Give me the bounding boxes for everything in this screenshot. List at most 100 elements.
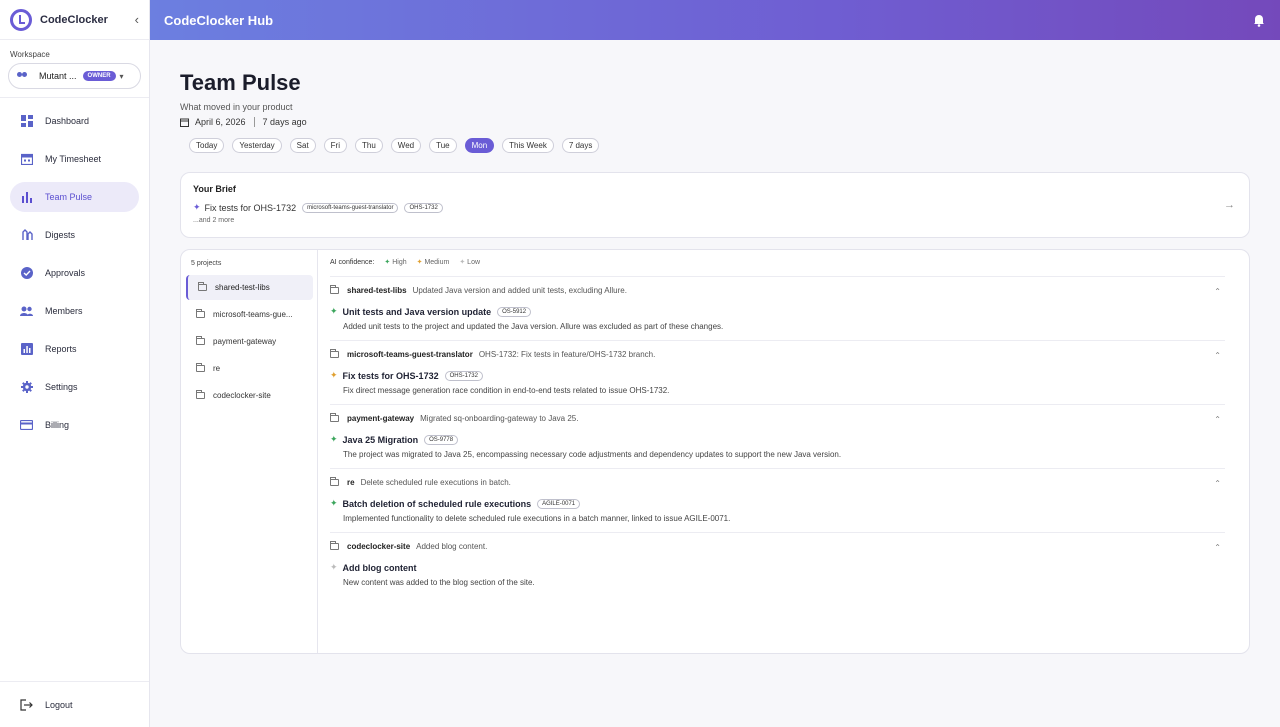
sparkle-icon: ✦ — [330, 498, 338, 508]
divider — [0, 97, 149, 98]
divider — [253, 117, 255, 127]
project-block: shared-test-libs Updated Java version an… — [330, 276, 1225, 340]
sparkle-icon: ✦ — [384, 259, 391, 266]
folder-icon — [196, 336, 205, 345]
chevron-up-icon[interactable]: ⌃ — [1214, 415, 1221, 424]
logout-icon — [20, 698, 33, 711]
page-subtitle: What moved in your product — [180, 102, 293, 112]
project-block-summary: OHS-1732: Fix tests in feature/OHS-1732 … — [478, 350, 656, 359]
project-block-name: microsoft-teams-guest-translator — [347, 350, 473, 359]
brief-more: ...and 2 more — [193, 217, 235, 224]
sidebar-item-label: Approvals — [45, 268, 86, 278]
project-details: AI confidence: ✦ High ✦ Medium ✦ Low sha… — [318, 250, 1249, 653]
brand-name: CodeClocker — [40, 13, 108, 26]
relative-date: 7 days ago — [262, 117, 307, 127]
caret-down-icon: ▾ — [119, 71, 124, 81]
sidebar-item-billing[interactable]: Billing — [10, 410, 139, 440]
sidebar-item-reports[interactable]: Reports — [10, 334, 139, 364]
chip-wed[interactable]: Wed — [390, 138, 422, 153]
activity-item: ✦ Java 25 Migration OS-9778 — [330, 434, 1225, 445]
activity-item: ✦ Add blog content — [330, 562, 1225, 573]
chevron-left-icon[interactable]: ‹ — [135, 12, 139, 27]
people-icon — [17, 72, 29, 80]
chevron-up-icon[interactable]: ⌃ — [1214, 543, 1221, 552]
folder-icon — [196, 309, 205, 318]
project-block-name: shared-test-libs — [347, 286, 407, 295]
project-item[interactable]: re — [186, 356, 313, 381]
folder-icon — [196, 390, 205, 399]
project-block-name: codeclocker-site — [347, 542, 411, 551]
issue-tag: OS-5912 — [497, 306, 532, 317]
chip-today[interactable]: Today — [189, 138, 225, 153]
project-item[interactable]: shared-test-libs — [186, 275, 313, 300]
project-block-header[interactable]: re Delete scheduled rule executions in b… — [330, 477, 1225, 487]
chip-thu[interactable]: Thu — [355, 138, 383, 153]
chevron-up-icon[interactable]: ⌃ — [1214, 287, 1221, 296]
brief-title: Your Brief — [193, 184, 236, 194]
chip-sat[interactable]: Sat — [289, 138, 316, 153]
sidebar-item-team-pulse[interactable]: Team Pulse — [10, 182, 139, 212]
project-block: microsoft-teams-guest-translator OHS-173… — [330, 340, 1225, 404]
sidebar-item-digests[interactable]: Digests — [10, 220, 139, 250]
sparkle-icon: ✦ — [330, 562, 338, 572]
workspace-label: Workspace — [10, 50, 50, 59]
sidebar-item-members[interactable]: Members — [10, 296, 139, 326]
bell-icon[interactable] — [1252, 13, 1266, 27]
tag: OHS-1732 — [404, 202, 443, 213]
confidence-high: High — [392, 259, 407, 266]
project-block: re Delete scheduled rule executions in b… — [330, 468, 1225, 532]
arrow-right-icon[interactable]: → — [1224, 199, 1235, 211]
workspace-name: Mutant ... — [39, 71, 77, 81]
bar-chart-icon — [20, 191, 33, 204]
project-block-summary: Migrated sq-onboarding-gateway to Java 2… — [420, 414, 579, 423]
sparkle-icon: ✦ — [330, 370, 338, 380]
chip-this-week[interactable]: This Week — [502, 138, 554, 153]
project-block-header[interactable]: codeclocker-site Added blog content. — [330, 541, 1225, 551]
project-block-header[interactable]: payment-gateway Migrated sq-onboarding-g… — [330, 413, 1225, 423]
activity-description: The project was migrated to Java 25, enc… — [343, 450, 842, 459]
activity-title: Batch deletion of scheduled rule executi… — [342, 498, 532, 509]
project-block-header[interactable]: shared-test-libs Updated Java version an… — [330, 285, 1225, 295]
chip-mon[interactable]: Mon — [464, 138, 495, 153]
brief-card[interactable]: Your Brief ✦ Fix tests for OHS-1732 micr… — [180, 172, 1250, 238]
confidence-low: Low — [467, 259, 481, 266]
chevron-up-icon[interactable]: ⌃ — [1214, 479, 1221, 488]
chip-tue[interactable]: Tue — [429, 138, 457, 153]
sidebar-item-my-timesheet[interactable]: My Timesheet — [10, 144, 139, 174]
calendar-icon — [180, 118, 189, 127]
nav: Dashboard My Timesheet Team Pulse Digest… — [0, 106, 149, 440]
project-item[interactable]: payment-gateway — [186, 329, 313, 354]
project-block-header[interactable]: microsoft-teams-guest-translator OHS-173… — [330, 349, 1225, 359]
activity-description: Fix direct message generation race condi… — [343, 386, 670, 395]
activity-item: ✦ Fix tests for OHS-1732 OHS-1732 — [330, 370, 1225, 381]
sparkle-icon: ✦ — [330, 434, 338, 444]
chip-7-days[interactable]: 7 days — [561, 138, 600, 153]
chip-fri[interactable]: Fri — [323, 138, 347, 153]
activity-title: Add blog content — [342, 562, 417, 573]
sidebar-item-approvals[interactable]: Approvals — [10, 258, 139, 288]
workspace-select[interactable]: Mutant ... OWNER ▾ — [8, 63, 141, 89]
logout-button[interactable]: Logout — [0, 681, 149, 727]
chevron-up-icon[interactable]: ⌃ — [1214, 351, 1221, 360]
folder-icon — [196, 363, 205, 372]
project-item[interactable]: microsoft-teams-gue... — [186, 302, 313, 327]
project-item[interactable]: codeclocker-site — [186, 383, 313, 408]
top-header: CodeClocker Hub — [150, 0, 1280, 40]
codeclocker-logo-icon — [10, 8, 32, 31]
sparkle-icon: ✦ — [330, 306, 338, 316]
activity-title: Java 25 Migration — [342, 434, 419, 445]
folder-icon — [330, 477, 339, 486]
brief-item: ✦ Fix tests for OHS-1732 microsoft-teams… — [193, 202, 1237, 213]
owner-badge: OWNER — [82, 71, 116, 81]
people-icon — [20, 305, 33, 318]
sidebar-item-label: Members — [45, 306, 83, 316]
header-title: CodeClocker Hub — [164, 12, 274, 28]
project-block-name: payment-gateway — [347, 414, 415, 423]
activity-item: ✦ Batch deletion of scheduled rule execu… — [330, 498, 1225, 509]
activity-description: New content was added to the blog sectio… — [343, 578, 535, 587]
project-name: re — [213, 364, 221, 373]
sidebar-item-settings[interactable]: Settings — [10, 372, 139, 402]
sidebar-item-dashboard[interactable]: Dashboard — [10, 106, 139, 136]
chip-yesterday[interactable]: Yesterday — [232, 138, 282, 153]
project-name: payment-gateway — [213, 337, 277, 346]
